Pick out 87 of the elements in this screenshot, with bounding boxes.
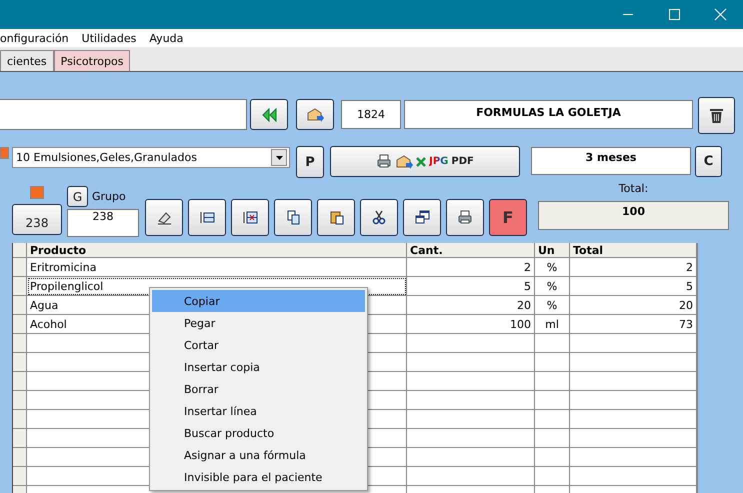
menu-item[interactable]: Insertar línea [152, 400, 365, 422]
table-cell [535, 372, 570, 391]
printer-button[interactable] [446, 199, 484, 236]
column-header[interactable]: Total [570, 243, 697, 258]
g-button[interactable]: G [67, 186, 88, 207]
eraser-button[interactable] [145, 199, 183, 236]
table-cell: 100 [407, 315, 535, 334]
total-field: 100 [538, 201, 729, 230]
table-cell [535, 467, 570, 486]
table-cell: % [535, 296, 570, 315]
category-dropdown[interactable]: 10 Emulsiones,Geles,Granulados [12, 147, 290, 168]
table-cell [535, 429, 570, 448]
duration-field[interactable]: 3 meses [531, 147, 691, 175]
record-number-field[interactable]: 1824 [341, 100, 401, 129]
total-label: Total: [618, 182, 648, 195]
search-field[interactable] [0, 99, 247, 130]
table-cell: % [535, 277, 570, 296]
menu-item[interactable]: Copiar [152, 290, 365, 312]
column-header[interactable]: Producto [27, 243, 407, 258]
delete-button[interactable] [698, 97, 735, 134]
table-cell [535, 391, 570, 410]
spreadsheet-icon [416, 156, 426, 166]
delete-row-button[interactable] [231, 199, 269, 236]
mail-button[interactable] [296, 99, 334, 130]
table-cell: ml [535, 315, 570, 334]
copy-icon [284, 209, 302, 226]
row-header [13, 277, 27, 296]
row-header [13, 448, 27, 467]
menu-item[interactable]: Buscar producto [152, 422, 365, 444]
menu-item[interactable]: Ayuda [149, 32, 190, 44]
paste-button[interactable] [317, 199, 355, 236]
table-cell: 2 [407, 258, 535, 277]
insert-row-button[interactable] [188, 199, 226, 236]
menu-item[interactable]: Pegar [152, 312, 365, 334]
menu-item[interactable]: Cortar [152, 334, 365, 356]
menu-item[interactable]: Invisible para el paciente [152, 466, 365, 488]
menu-item[interactable]: onfiguración [0, 32, 76, 44]
row-header [13, 410, 27, 429]
insert-row-icon [198, 209, 216, 226]
row-header [13, 372, 27, 391]
menu-item[interactable]: Asignar a una fórmula [152, 444, 365, 466]
trash-icon [710, 108, 723, 123]
paste-icon [328, 209, 344, 226]
p-button[interactable]: P [296, 146, 324, 178]
count-button[interactable]: 238 [12, 204, 62, 235]
copy-button[interactable] [274, 199, 312, 236]
table-cell [535, 448, 570, 467]
windows-icon [414, 209, 430, 226]
windows-button[interactable] [403, 199, 441, 236]
double-arrow-icon [261, 106, 277, 122]
table-cell [535, 410, 570, 429]
printer-icon [456, 209, 474, 226]
row-header [13, 315, 27, 334]
tab[interactable]: Psicotropos [54, 50, 130, 71]
table-cell: Eritromicina [27, 258, 407, 277]
dropdown-arrow-icon [276, 156, 282, 160]
row-header [13, 391, 27, 410]
group-label: Grupo [92, 190, 126, 203]
cut-button[interactable] [360, 199, 398, 236]
row-header [13, 353, 27, 372]
row-header [13, 429, 27, 448]
printer-icon [376, 153, 394, 170]
cut-icon [370, 209, 388, 226]
table-cell: 20 [407, 296, 535, 315]
f-button[interactable]: F [489, 199, 527, 236]
table-cell [535, 334, 570, 353]
table-cell [535, 353, 570, 372]
table-cell: 5 [407, 277, 535, 296]
menu-item[interactable]: Insertar copia [152, 356, 365, 378]
row-header [13, 258, 27, 277]
color-swatch [0, 147, 9, 159]
delete-row-icon [242, 209, 258, 226]
c-button[interactable]: C [695, 146, 722, 177]
column-header[interactable]: Un [535, 243, 570, 258]
color-swatch [30, 186, 44, 199]
menu-item[interactable]: Utilidades [82, 32, 144, 44]
column-header[interactable]: Cant. [407, 243, 535, 258]
menu-item[interactable]: Borrar [152, 378, 365, 400]
row-header [13, 243, 27, 258]
table-cell: % [535, 258, 570, 277]
row-header [13, 296, 27, 315]
export-button[interactable]: JPG PDF [330, 146, 520, 177]
record-name-field[interactable]: FORMULAS LA GOLETJA [404, 100, 693, 129]
group-field[interactable]: 238 [67, 209, 139, 237]
row-header [13, 334, 27, 353]
tab[interactable]: cientes [0, 50, 54, 71]
back-button[interactable] [250, 99, 288, 130]
